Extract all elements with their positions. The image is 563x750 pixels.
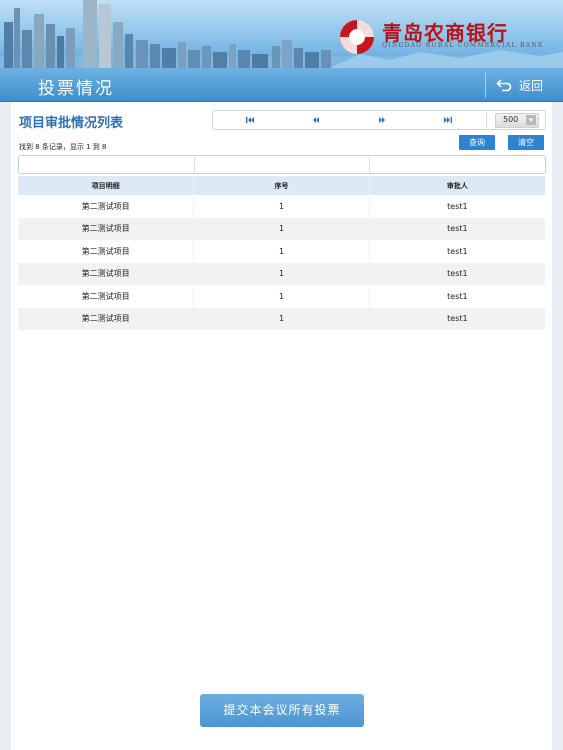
cell-project: 第二测试项目 [18,240,195,263]
filter-input-project[interactable] [19,156,194,173]
table-row[interactable]: 第二测试项目 1 test1 [18,285,545,308]
prev-page-icon[interactable] [311,115,321,125]
cell-approver: test1 [447,201,468,211]
table-row[interactable]: 第二测试项目 1 test1 [18,262,545,285]
table-row[interactable]: 第二测试项目 1 test1 [18,217,545,240]
clear-button[interactable]: 清空 [508,135,544,150]
table-header-row: 项目明细 序号 审批人 [18,176,545,195]
title-bar: 投票情况 返回 [0,68,563,102]
column-header-project[interactable]: 项目明细 [18,176,195,195]
pagination-bar: 500 [212,110,546,130]
first-page-icon[interactable] [245,115,255,125]
cell-number: 1 [193,195,370,218]
table-row[interactable]: 第二测试项目 1 test1 [18,307,545,330]
last-page-icon[interactable] [443,115,453,125]
column-header-number[interactable]: 序号 [193,176,370,195]
cell-number: 1 [193,285,370,308]
submit-votes-button[interactable]: 提交本会议所有投票 [200,694,364,727]
cell-number: 1 [193,240,370,263]
records-summary: 找到 8 条记录，显示 1 到 8 [19,143,107,151]
filter-row [18,155,546,174]
cell-approver: test1 [369,262,545,285]
filter-input-approver[interactable] [369,156,546,173]
back-label: 返回 [519,78,544,93]
cell-approver: test1 [369,217,545,240]
cell-project: 第二测试项目 [18,285,195,308]
pager-divider [486,113,487,127]
page-title: 投票情况 [38,79,114,99]
cell-project: 第二测试项目 [18,307,195,330]
cell-project: 第二测试项目 [18,195,195,218]
cell-approver: test1 [447,291,468,301]
content-panel: 项目审批情况列表 500 找到 8 条记录，显示 1 到 8 查询 清空 项目明… [11,102,552,750]
filter-input-number[interactable] [193,156,370,173]
column-header-approver[interactable]: 审批人 [369,176,545,195]
cell-project: 第二测试项目 [18,262,195,285]
header-banner: 青岛农商银行 QINGDAO RURAL COMMERCIAL BANK [0,0,563,68]
cell-number: 1 [193,307,370,330]
cell-project: 第二测试项目 [18,217,195,240]
bank-logo: 青岛农商银行 QINGDAO RURAL COMMERCIAL BANK [338,17,548,57]
table-row[interactable]: 第二测试项目 1 test1 [18,240,545,263]
cell-number: 1 [193,217,370,240]
bank-emblem-icon [340,20,374,54]
query-button[interactable]: 查询 [459,135,495,150]
chevron-down-icon [526,115,536,125]
cell-approver: test1 [369,307,545,330]
back-button[interactable]: 返回 [496,74,543,96]
list-title: 项目审批情况列表 [19,116,124,131]
approval-table: 项目明细 序号 审批人 第二测试项目 1 test1 第二测试项目 1 test… [18,176,545,330]
cell-approver: test1 [447,246,468,256]
title-bar-divider [485,72,486,98]
bank-name-en: QINGDAO RURAL COMMERCIAL BANK [382,42,544,49]
cell-number: 1 [193,262,370,285]
table-row[interactable]: 第二测试项目 1 test1 [18,195,545,218]
page-size-select[interactable]: 500 [495,113,539,128]
page-size-value: 500 [503,115,519,124]
return-arrow-icon [496,79,512,92]
next-page-icon[interactable] [377,115,387,125]
